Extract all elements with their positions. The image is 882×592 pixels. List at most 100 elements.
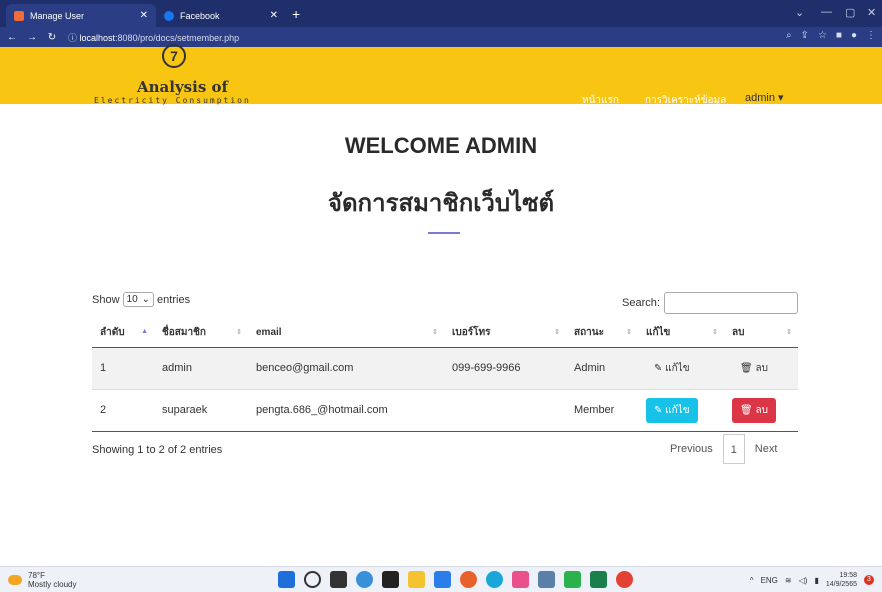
profile-avatar-icon[interactable]: ● [851,30,857,41]
nav-home-link[interactable]: หน้าแรก [582,93,619,108]
cell-name: admin [154,347,248,390]
language-indicator[interactable]: ENG [761,576,778,585]
notepad-icon[interactable] [538,571,555,588]
col-label: เบอร์โทร [452,327,491,339]
tab-manage-user[interactable]: Manage User ✕ [6,4,156,27]
entries-length-control: Show 10 ⌄ entries [92,292,190,307]
url-path: :8080/pro/docs/setmember.php [115,32,240,43]
search-icon[interactable] [304,571,321,588]
col-no[interactable]: ลำดับ ▲ [92,319,154,348]
user-dropdown[interactable]: admin ▾ [745,91,784,104]
table-row: 2 suparaek pengta.686_@hotmail.com Membe… [92,389,798,432]
address-bar-row: ← → ↻ ⓘ localhost:8080/pro/docs/setmembe… [0,27,882,47]
nav-analysis-link[interactable]: การวิเคราะห์ข้อมูล [645,93,726,108]
edge-icon[interactable] [486,571,503,588]
start-icon[interactable] [278,571,295,588]
taskbar-apps [278,571,633,588]
task-view-icon[interactable] [330,571,347,588]
weather-text: Mostly cloudy [28,580,77,589]
next-button[interactable]: Next [755,443,778,455]
table-info: Showing 1 to 2 of 2 entries [92,444,223,456]
notification-badge[interactable]: 3 [864,575,874,585]
cell-phone [444,389,566,432]
tab-title: Manage User [30,10,85,21]
previous-button[interactable]: Previous [670,443,713,455]
close-icon[interactable]: ✕ [140,10,148,21]
logo-subtitle: Electricity Consumption [94,96,251,105]
share-icon[interactable]: ⇪ [801,30,809,41]
edit-label: แก้ไข [665,404,690,416]
close-icon[interactable]: ✕ [270,10,278,21]
volume-icon[interactable]: ◁) [799,576,808,585]
cell-email: benceo@gmail.com [248,347,444,390]
minimize-icon[interactable]: — [821,6,832,18]
page-title: จัดการสมาชิกเว็บไซต์ [327,190,555,217]
sort-icon: ⇕ [786,329,792,336]
menu-icon[interactable]: ⋮ [866,30,876,41]
chevron-down-icon: ⌄ [141,294,151,305]
new-tab-icon[interactable]: + [292,6,300,22]
col-edit[interactable]: แก้ไข ⇕ [638,319,724,348]
cell-status: Member [566,389,638,432]
address-bar-icons: ⌕ ⇪ ☆ ■ ● ⋮ [786,30,876,41]
extension-icon[interactable]: ■ [836,30,842,41]
line-icon[interactable] [564,571,581,588]
clock-time: 19:58 [839,572,857,579]
dropbox-icon[interactable] [434,571,451,588]
zoom-icon[interactable]: ⌕ [786,30,792,41]
tab-facebook[interactable]: Facebook ✕ [156,4,286,27]
entries-select[interactable]: 10 ⌄ [122,292,155,307]
facebook-favicon-icon [164,10,174,21]
clock[interactable]: 19:58 14/9/2565 [826,571,857,589]
star-icon[interactable]: ☆ [818,30,827,41]
delete-button[interactable]: 🗑 ลบ [732,356,776,381]
wifi-icon[interactable]: ≋ [785,576,792,585]
col-name[interactable]: ชื่อสมาชิก ⇕ [154,319,248,348]
file-explorer-icon[interactable] [408,571,425,588]
reload-icon[interactable]: ↻ [44,32,60,43]
edit-label: แก้ไข [665,362,690,374]
store-icon[interactable] [512,571,529,588]
sort-icon: ⇕ [432,329,438,336]
col-label: email [256,327,282,339]
search-control: Search: [622,292,798,314]
close-window-icon[interactable]: ✕ [867,6,876,19]
search-input[interactable] [663,292,798,314]
title-underline [428,232,460,234]
chevron-down-icon[interactable]: ⌄ [795,6,804,19]
weather-widget[interactable]: 78°F Mostly cloudy [8,571,76,589]
members-table: ลำดับ ▲ ชื่อสมาชิก ⇕ email ⇕ เบอร์โทร ⇕ สถาน… [92,319,798,432]
page-1-button[interactable]: 1 [722,434,745,464]
notion-icon[interactable] [382,571,399,588]
delete-button[interactable]: 🗑 ลบ [732,397,776,423]
url-field[interactable]: ⓘ localhost:8080/pro/docs/setmember.php [68,31,239,44]
edit-button[interactable]: ✎ แก้ไข [646,397,698,423]
url-host: localhost [79,32,116,43]
chevron-up-icon[interactable]: ^ [750,576,754,585]
temperature: 78°F [28,571,45,580]
forward-icon[interactable]: → [24,32,40,43]
firefox-icon[interactable] [460,571,477,588]
os-taskbar: 78°F Mostly cloudy ^ ENG ≋ ◁) ▮ 19:58 14/… [0,566,882,592]
welcome-heading: WELCOME ADMIN [344,133,538,158]
col-delete[interactable]: ลบ ⇕ [724,319,798,348]
cell-delete: 🗑 ลบ [724,347,798,390]
logo-icon[interactable]: 7 [162,44,186,68]
chat-icon[interactable] [356,571,373,588]
edit-button[interactable]: ✎ แก้ไข [646,356,698,381]
col-status[interactable]: สถานะ ⇕ [566,319,638,348]
delete-label: ลบ [755,404,768,416]
battery-icon[interactable]: ▮ [814,576,818,585]
tab-title: Facebook [180,10,220,21]
chrome-icon[interactable] [616,571,633,588]
logo-title[interactable]: Analysis of [137,78,228,96]
cell-name: suparaek [154,389,248,432]
restore-icon[interactable]: ▢ [845,6,855,19]
trash-icon: 🗑 [740,362,753,374]
spreadsheet-icon[interactable] [590,571,607,588]
back-icon[interactable]: ← [4,32,20,43]
col-phone[interactable]: เบอร์โทร ⇕ [444,319,566,348]
trash-icon: 🗑 [740,404,753,416]
cell-phone: 099-699-9966 [444,347,566,390]
col-email[interactable]: email ⇕ [248,319,444,348]
